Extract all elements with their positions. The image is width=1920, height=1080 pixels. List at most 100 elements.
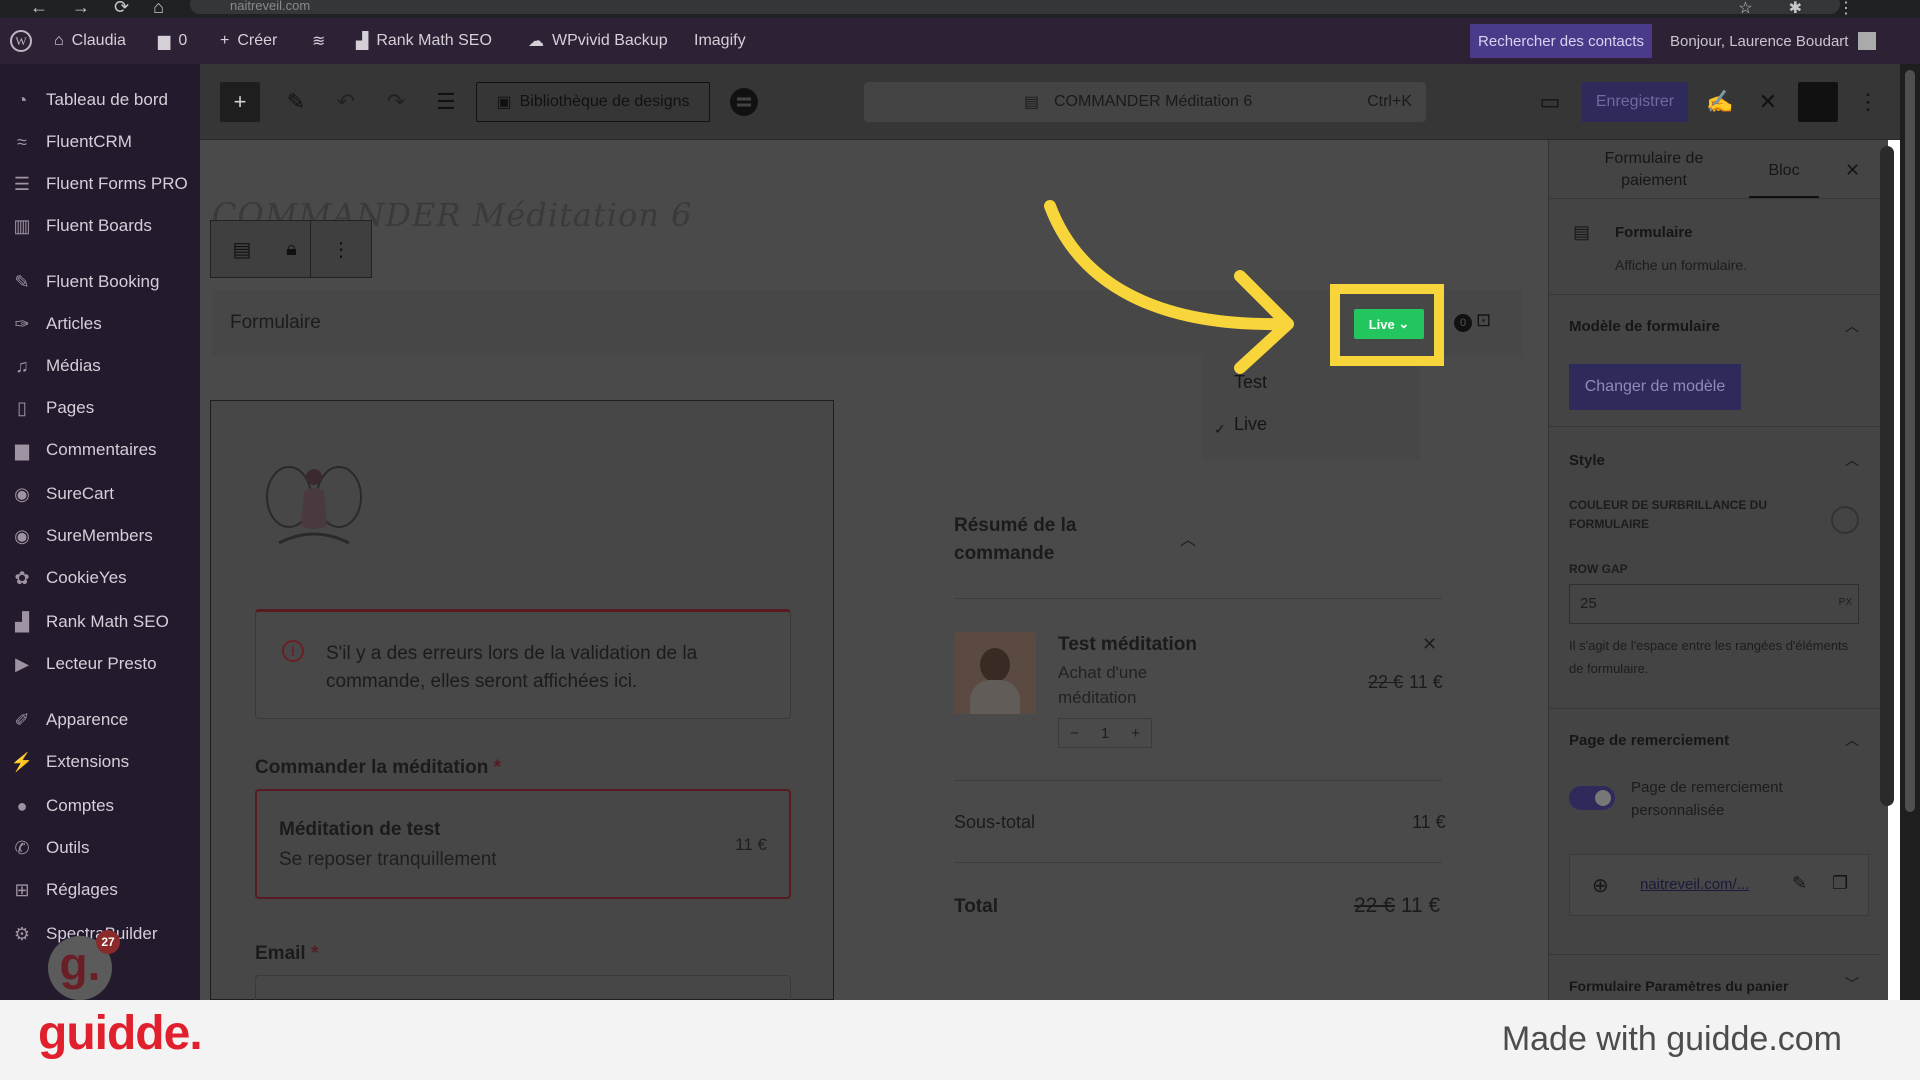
highlight-frame — [1330, 284, 1444, 366]
admin-bar-site[interactable]: ⌂ Claudia — [54, 18, 126, 64]
pencil-icon[interactable]: ✎ — [1792, 873, 1807, 894]
decrement-button[interactable]: − — [1059, 719, 1090, 747]
pages-icon: ▯ — [17, 397, 27, 418]
sidebar-item-suremembers[interactable]: ◉ SureMembers — [0, 516, 200, 556]
chevron-up-icon[interactable]: ︿ — [1845, 450, 1859, 470]
block-toolbar: ▤ 🔒︎ ⋮ — [210, 220, 372, 278]
settings-panel-toggle[interactable] — [1798, 82, 1838, 122]
sidebar-item-rankmath[interactable]: ▟ Rank Math SEO — [0, 602, 200, 642]
sidebar-item-surecart[interactable]: ◉ SureCart — [0, 474, 200, 514]
admin-bar-imagify[interactable]: Imagify — [694, 18, 746, 64]
mode-option-live[interactable]: Live — [1234, 414, 1267, 435]
browser-nav-icons[interactable]: ←→⟳⌂ — [30, 0, 188, 18]
row-gap-input[interactable]: 25 PX — [1569, 584, 1859, 624]
form-block-label: Formulaire — [230, 312, 321, 333]
admin-bar-rankmath[interactable]: ▟ Rank Math SEO — [356, 18, 492, 64]
spectra-icon[interactable]: ✕ — [1748, 82, 1788, 122]
row-gap-value: 25 — [1580, 595, 1597, 612]
sidebar-item-dashboard[interactable]: ◔ Tableau de bord — [0, 80, 200, 120]
admin-bar-account[interactable]: Bonjour, Laurence Boudart — [1670, 18, 1877, 64]
url-text: naitreveil.com — [230, 0, 311, 13]
quantity-stepper[interactable]: − 1 + — [1058, 718, 1152, 748]
document-title-bar[interactable]: ▤ COMMANDER Méditation 6 Ctrl+K — [864, 82, 1426, 122]
comment-icon: ▆ — [158, 33, 171, 50]
email-label-text: Email — [255, 943, 306, 964]
sidebar-item-medias[interactable]: ♫ Médias — [0, 346, 200, 386]
admin-bar-wpvivid[interactable]: ☁ WPvivid Backup — [528, 18, 668, 64]
lock-icon[interactable]: 🔒︎ — [273, 221, 311, 277]
panel-scrollbar[interactable] — [1880, 146, 1894, 806]
sidebar-item-comments[interactable]: ▆ Commentaires — [0, 430, 200, 470]
email-field[interactable] — [255, 975, 791, 1000]
style-section-heading[interactable]: Style — [1569, 452, 1605, 469]
product-choice[interactable]: Méditation de test Se reposer tranquille… — [255, 789, 791, 899]
sidebar-item-fluent-booking[interactable]: ✎ Fluent Booking — [0, 262, 200, 302]
sidebar-item-fluent-forms[interactable]: ☰ Fluent Forms PRO — [0, 164, 200, 204]
chevron-up-icon[interactable]: ︿ — [1845, 730, 1859, 750]
close-icon[interactable]: ✕ — [1845, 160, 1860, 181]
admin-bar-new[interactable]: + Créer — [220, 18, 277, 64]
page-scrollbar[interactable] — [1900, 64, 1920, 1000]
chevron-up-icon[interactable]: ︿ — [1180, 526, 1196, 550]
sidebar-item-cookieyes[interactable]: ✿ CookieYes — [0, 558, 200, 598]
more-options-icon[interactable]: ⋮ — [1848, 82, 1888, 122]
thanks-page-toggle[interactable] — [1569, 786, 1615, 810]
block-options-icon[interactable]: ⋮ — [311, 221, 371, 277]
remove-item-icon[interactable]: ✕ — [1422, 634, 1437, 655]
presto-icon: ▶ — [15, 653, 29, 674]
form-block-icon[interactable]: ▤ — [211, 221, 273, 277]
chevron-down-icon[interactable]: ﹀ — [1845, 974, 1859, 994]
increment-button[interactable]: + — [1120, 719, 1151, 747]
sidebar-item-extensions[interactable]: ⚡ Extensions — [0, 742, 200, 782]
edit-page-icon[interactable]: ✍ — [1700, 82, 1740, 122]
sidebar-item-presto[interactable]: ▶ Lecteur Presto — [0, 644, 200, 684]
preview-device-icon[interactable]: ▭ — [1530, 82, 1570, 122]
add-block-button[interactable]: + — [220, 82, 260, 122]
sidebar-item-tools[interactable]: ✆ Outils — [0, 828, 200, 868]
sidebar-item-fluentcrm[interactable]: ≈ FluentCRM — [0, 122, 200, 162]
cart-icon[interactable]: ⊡ — [1476, 310, 1491, 331]
booking-icon: ✎ — [14, 271, 30, 292]
sidebar-item-pages[interactable]: ▯ Pages — [0, 388, 200, 428]
design-library-button[interactable]: ▣ Bibliothèque de designs — [476, 82, 710, 122]
guidde-bubble[interactable]: g. 27 — [48, 930, 120, 1000]
form-block-icon: ▤ — [1573, 222, 1591, 242]
sidebar-item-fluent-boards[interactable]: ▥ Fluent Boards — [0, 206, 200, 246]
template-section-heading[interactable]: Modèle de formulaire — [1569, 318, 1720, 335]
order-summary-title[interactable]: Résumé de la commande — [954, 512, 1134, 568]
save-button[interactable]: Enregistrer — [1582, 82, 1688, 122]
sidebar-item-accounts[interactable]: ● Comptes — [0, 786, 200, 826]
sidebar-item-settings[interactable]: ⊞ Réglages — [0, 870, 200, 910]
browser-url-bar[interactable]: naitreveil.com — [190, 0, 1840, 14]
tab-block[interactable]: Bloc — [1749, 148, 1819, 198]
sidebar-item-appearance[interactable]: ✐ Apparence — [0, 700, 200, 740]
highlight-color-picker[interactable] — [1831, 506, 1859, 534]
thanks-url-link[interactable]: naitreveil.com/... — [1640, 876, 1749, 893]
checkout-form: ! S'il y a des erreurs lors de la valida… — [210, 400, 834, 1000]
undo-icon[interactable]: ↶ — [326, 82, 366, 122]
thanks-section-heading[interactable]: Page de remerciement — [1569, 732, 1729, 749]
change-template-button[interactable]: Changer de modèle — [1569, 364, 1741, 410]
pencil-icon[interactable]: ✎ — [276, 82, 316, 122]
sidebar-item-label: Réglages — [46, 880, 118, 899]
admin-bar-comments[interactable]: ▆ 0 — [158, 18, 187, 64]
sidebar-item-label: Articles — [46, 314, 102, 333]
redo-icon[interactable]: ↷ — [376, 82, 416, 122]
cart-settings-heading[interactable]: Formulaire Paramètres du panier — [1569, 978, 1788, 994]
thanks-toggle-label: Page de remerciement personnalisée — [1631, 779, 1783, 819]
surecart-icon: ◉ — [14, 483, 30, 504]
sidebar-item-articles[interactable]: ✑ Articles — [0, 304, 200, 344]
surecart-logo-icon[interactable] — [724, 82, 764, 122]
browser-extension-icons[interactable]: ☆✱⋮ — [1738, 0, 1890, 18]
list-view-icon[interactable]: ☰ — [426, 82, 466, 122]
tab-checkout-form[interactable]: Formulaire de paiement — [1579, 148, 1729, 192]
fluent-icon[interactable]: ≋ — [312, 18, 325, 64]
copy-icon[interactable]: ❐ — [1832, 873, 1848, 894]
wrench-icon: ✆ — [14, 837, 30, 858]
rankmath-icon: ▟ — [15, 611, 29, 632]
total-new-price: 11 € — [1400, 894, 1441, 917]
chevron-up-icon[interactable]: ︿ — [1845, 316, 1859, 336]
wordpress-logo-icon[interactable]: W — [10, 18, 32, 64]
search-contacts-button[interactable]: Rechercher des contacts — [1470, 24, 1652, 58]
order-label-text: Commander la méditation — [255, 757, 489, 778]
